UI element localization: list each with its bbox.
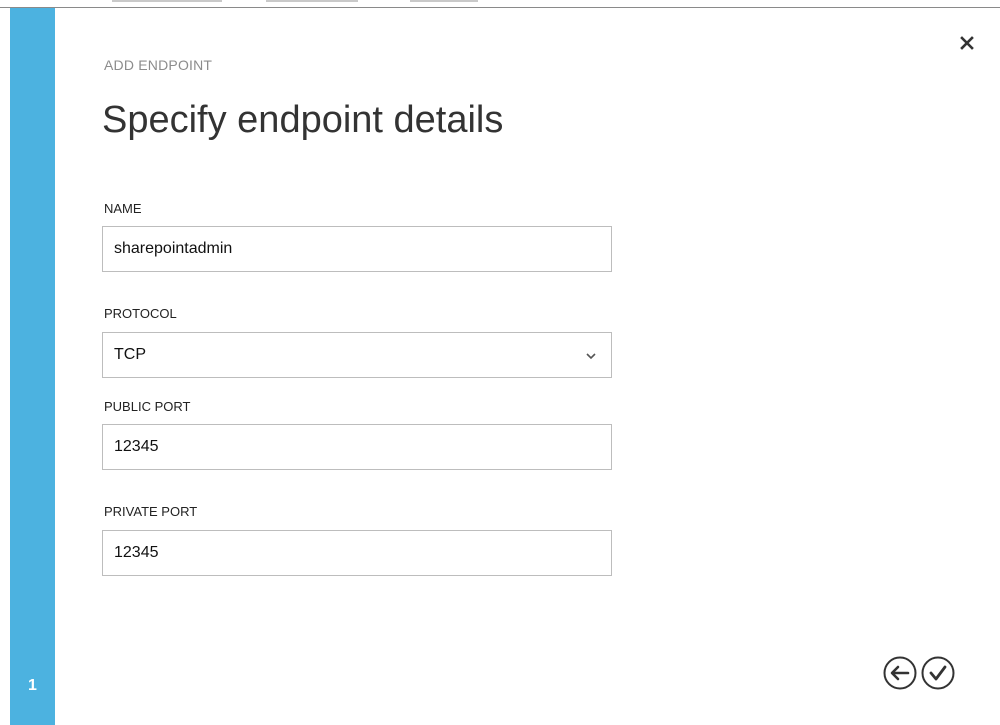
wizard-name: ADD ENDPOINT [104,57,213,73]
complete-button[interactable] [921,656,955,690]
obscured-tab-edge [410,0,478,2]
close-icon [960,36,974,50]
protocol-selected-value: TCP [114,346,146,363]
obscured-tab-edge [112,0,222,2]
private-port-input[interactable] [102,530,612,576]
private-port-label: PRIVATE PORT [104,504,198,519]
step-number: 1 [28,677,37,694]
protocol-label: PROTOCOL [104,306,177,321]
top-divider [0,0,1000,8]
chevron-down-icon [586,353,596,360]
name-label: NAME [104,201,142,216]
wizard-step-rail: 1 [10,8,55,725]
back-button[interactable] [883,656,917,690]
name-input[interactable] [102,226,612,272]
back-arrow-icon [883,656,917,690]
protocol-select[interactable]: TCP [102,332,612,378]
checkmark-icon [921,656,955,690]
obscured-tab-edge [266,0,358,2]
add-endpoint-dialog: 1 ADD ENDPOINT Specify endpoint details … [0,0,1000,725]
close-button[interactable] [958,34,976,52]
page-title: Specify endpoint details [102,99,504,141]
public-port-label: PUBLIC PORT [104,399,191,414]
public-port-input[interactable] [102,424,612,470]
